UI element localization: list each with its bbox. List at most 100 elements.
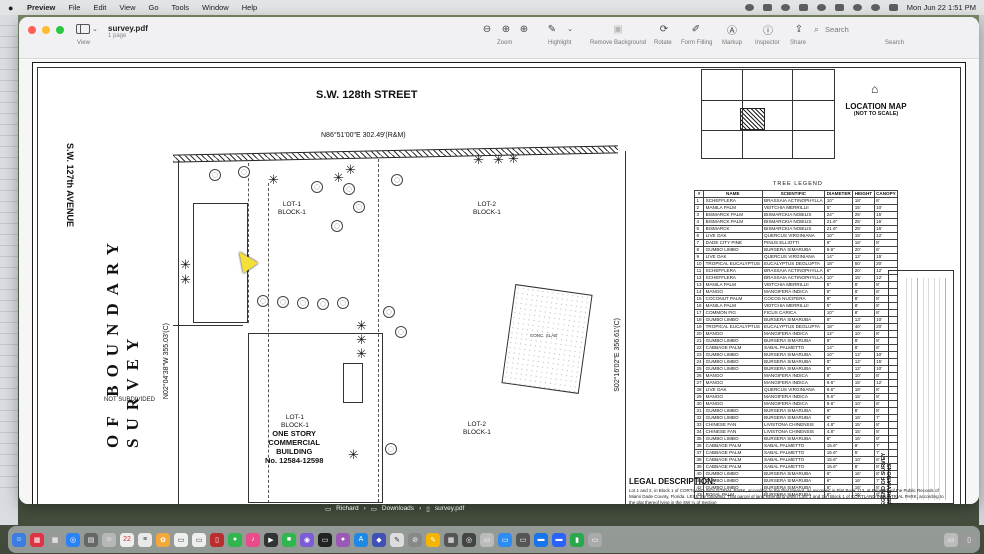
form-filling-icon[interactable]: ✐: [689, 22, 703, 36]
search-field[interactable]: ⌕ Search: [814, 21, 964, 37]
app-icon[interactable]: ▦: [48, 532, 62, 547]
path-item[interactable]: survey.pdf: [435, 505, 465, 513]
menu-go[interactable]: Go: [149, 3, 159, 12]
app-icon[interactable]: ▯: [210, 532, 224, 547]
calendar-icon[interactable]: 22: [120, 532, 134, 547]
status-icon[interactable]: [780, 4, 790, 11]
minimize-button[interactable]: [42, 26, 50, 34]
menu-help[interactable]: Help: [242, 3, 257, 12]
table-cell: 10": [824, 274, 854, 282]
launchpad-icon[interactable]: ▦: [30, 532, 44, 547]
legal-description-text: Lot 1 and 2, in Block 1 of CORTLAND INDU…: [629, 488, 944, 504]
status-icon[interactable]: [744, 4, 754, 11]
table-cell: 15': [852, 421, 875, 429]
status-icon[interactable]: [816, 4, 826, 11]
fullscreen-button[interactable]: [56, 26, 64, 34]
podcasts-icon[interactable]: ◉: [300, 532, 314, 547]
table-cell: CHINESE FAN: [703, 421, 763, 429]
app-icon[interactable]: ✎: [426, 532, 440, 547]
inspector-icon[interactable]: ⓘ: [761, 22, 775, 37]
table-row: 13 MANILA PALM VEITCHIA MERRILLII 5" 8' 8': [693, 281, 899, 289]
share-label: Share: [790, 40, 807, 46]
menu-bar-status: Mon Jun 22 1:51 PM: [744, 3, 976, 12]
close-button[interactable]: [28, 26, 36, 34]
app-icon[interactable]: ◎: [462, 532, 476, 547]
app-icon[interactable]: ▤: [84, 532, 98, 547]
app-icon[interactable]: ▭: [192, 532, 206, 547]
app-icon[interactable]: ✎: [390, 532, 404, 547]
app-icon[interactable]: ▬: [552, 532, 566, 547]
finder-icon[interactable]: ☺: [12, 532, 26, 547]
path-item[interactable]: Richard: [336, 505, 358, 513]
zoom-out-icon[interactable]: ⊖: [480, 22, 494, 36]
app-icon[interactable]: ▭: [516, 532, 530, 547]
safari-icon[interactable]: ◎: [66, 532, 80, 547]
table-row: 32 GUMBO LIMBO BURSERA SIMARUBA 6" 16' 7': [693, 414, 899, 422]
path-item[interactable]: Downloads: [382, 505, 414, 513]
contacts-icon[interactable]: ☺: [102, 532, 116, 547]
app-icon[interactable]: ▭: [318, 532, 332, 547]
chevron-down-icon[interactable]: ⌄: [92, 25, 98, 33]
table-cell: 32: [693, 414, 705, 422]
app-icon[interactable]: ▭: [480, 532, 494, 547]
sidebar-toggle-icon[interactable]: [76, 24, 90, 34]
table-cell: 8": [824, 295, 854, 303]
app-icon[interactable]: ●: [336, 532, 350, 547]
app-icon[interactable]: ▭: [174, 532, 188, 547]
messages-icon[interactable]: ●: [228, 532, 242, 547]
app-icon[interactable]: ▦: [444, 532, 458, 547]
table-cell: MANGIFERA INDICA: [761, 400, 826, 408]
app-icon[interactable]: ▶: [264, 532, 278, 547]
table-row: 4 BISMARCK PALM BISMARCKIA NOBILIS 21.6" 25'…: [693, 218, 899, 226]
preview-icon[interactable]: ▭: [498, 532, 512, 547]
document-title[interactable]: survey.pdf: [108, 24, 148, 33]
app-icon[interactable]: ◆: [372, 532, 386, 547]
menu-tools[interactable]: Tools: [172, 3, 190, 12]
menu-file[interactable]: File: [68, 3, 80, 12]
table-cell: 23: [693, 351, 705, 359]
folder-icon[interactable]: ▭: [944, 532, 958, 547]
table-cell: 8': [852, 309, 875, 317]
rotate-icon[interactable]: ⟳: [657, 22, 671, 36]
markup-icon[interactable]: Ⓐ: [725, 22, 739, 37]
app-icon[interactable]: ▭: [588, 532, 602, 547]
app-icon[interactable]: ≡: [138, 532, 152, 547]
menu-bar-clock[interactable]: Mon Jun 22 1:51 PM: [907, 3, 976, 12]
status-icon[interactable]: [798, 4, 808, 11]
table-cell: 9: [693, 253, 705, 261]
table-cell: DADE CITY PINE: [703, 239, 763, 247]
control-center-icon[interactable]: [888, 4, 898, 11]
share-icon[interactable]: ⇪: [792, 22, 806, 36]
remove-background-icon[interactable]: ▣: [611, 22, 625, 36]
wifi-icon[interactable]: [852, 4, 862, 11]
numbers-icon[interactable]: ▮: [570, 532, 584, 547]
photos-icon[interactable]: ✿: [156, 532, 170, 547]
not-subdivided-label: NOT SUBDIVIDED: [104, 397, 155, 403]
search-icon: ⌕: [814, 23, 820, 34]
zoom-fit-icon[interactable]: ⊕: [517, 22, 531, 36]
search-icon[interactable]: [870, 4, 880, 11]
menu-view[interactable]: View: [119, 3, 135, 12]
music-icon[interactable]: ♪: [246, 532, 260, 547]
app-icon[interactable]: ▬: [534, 532, 548, 547]
menu-app-name[interactable]: Preview: [27, 3, 55, 12]
table-cell: 15': [852, 393, 875, 401]
status-icon[interactable]: [762, 4, 772, 11]
chevron-down-icon[interactable]: ⌄: [563, 22, 577, 36]
menu-window[interactable]: Window: [202, 3, 229, 12]
zoom-in-icon[interactable]: ⊕: [499, 22, 513, 36]
app-store-icon[interactable]: A: [354, 532, 368, 547]
apple-menu-icon[interactable]: ●: [8, 3, 17, 13]
table-row: 40 GUMBO LIMBO BURSERA SIMARUBA 6" 16' 8': [693, 470, 899, 478]
battery-icon[interactable]: [834, 4, 844, 11]
table-cell: 15': [852, 204, 875, 212]
app-icon[interactable]: ⊘: [408, 532, 422, 547]
menu-edit[interactable]: Edit: [93, 3, 106, 12]
facetime-icon[interactable]: ■: [282, 532, 296, 547]
trash-icon[interactable]: ▯: [962, 532, 976, 547]
table-cell: MANGO: [703, 330, 763, 338]
highlight-pen-icon[interactable]: ✎: [545, 22, 559, 36]
document-viewer[interactable]: OF BOUNDARY SURVEY S.W. 127th AVENUE S.W…: [19, 60, 979, 504]
survey-vertical-title: OF BOUNDARY SURVEY: [103, 235, 142, 448]
table-cell: 15.6": [824, 449, 854, 457]
